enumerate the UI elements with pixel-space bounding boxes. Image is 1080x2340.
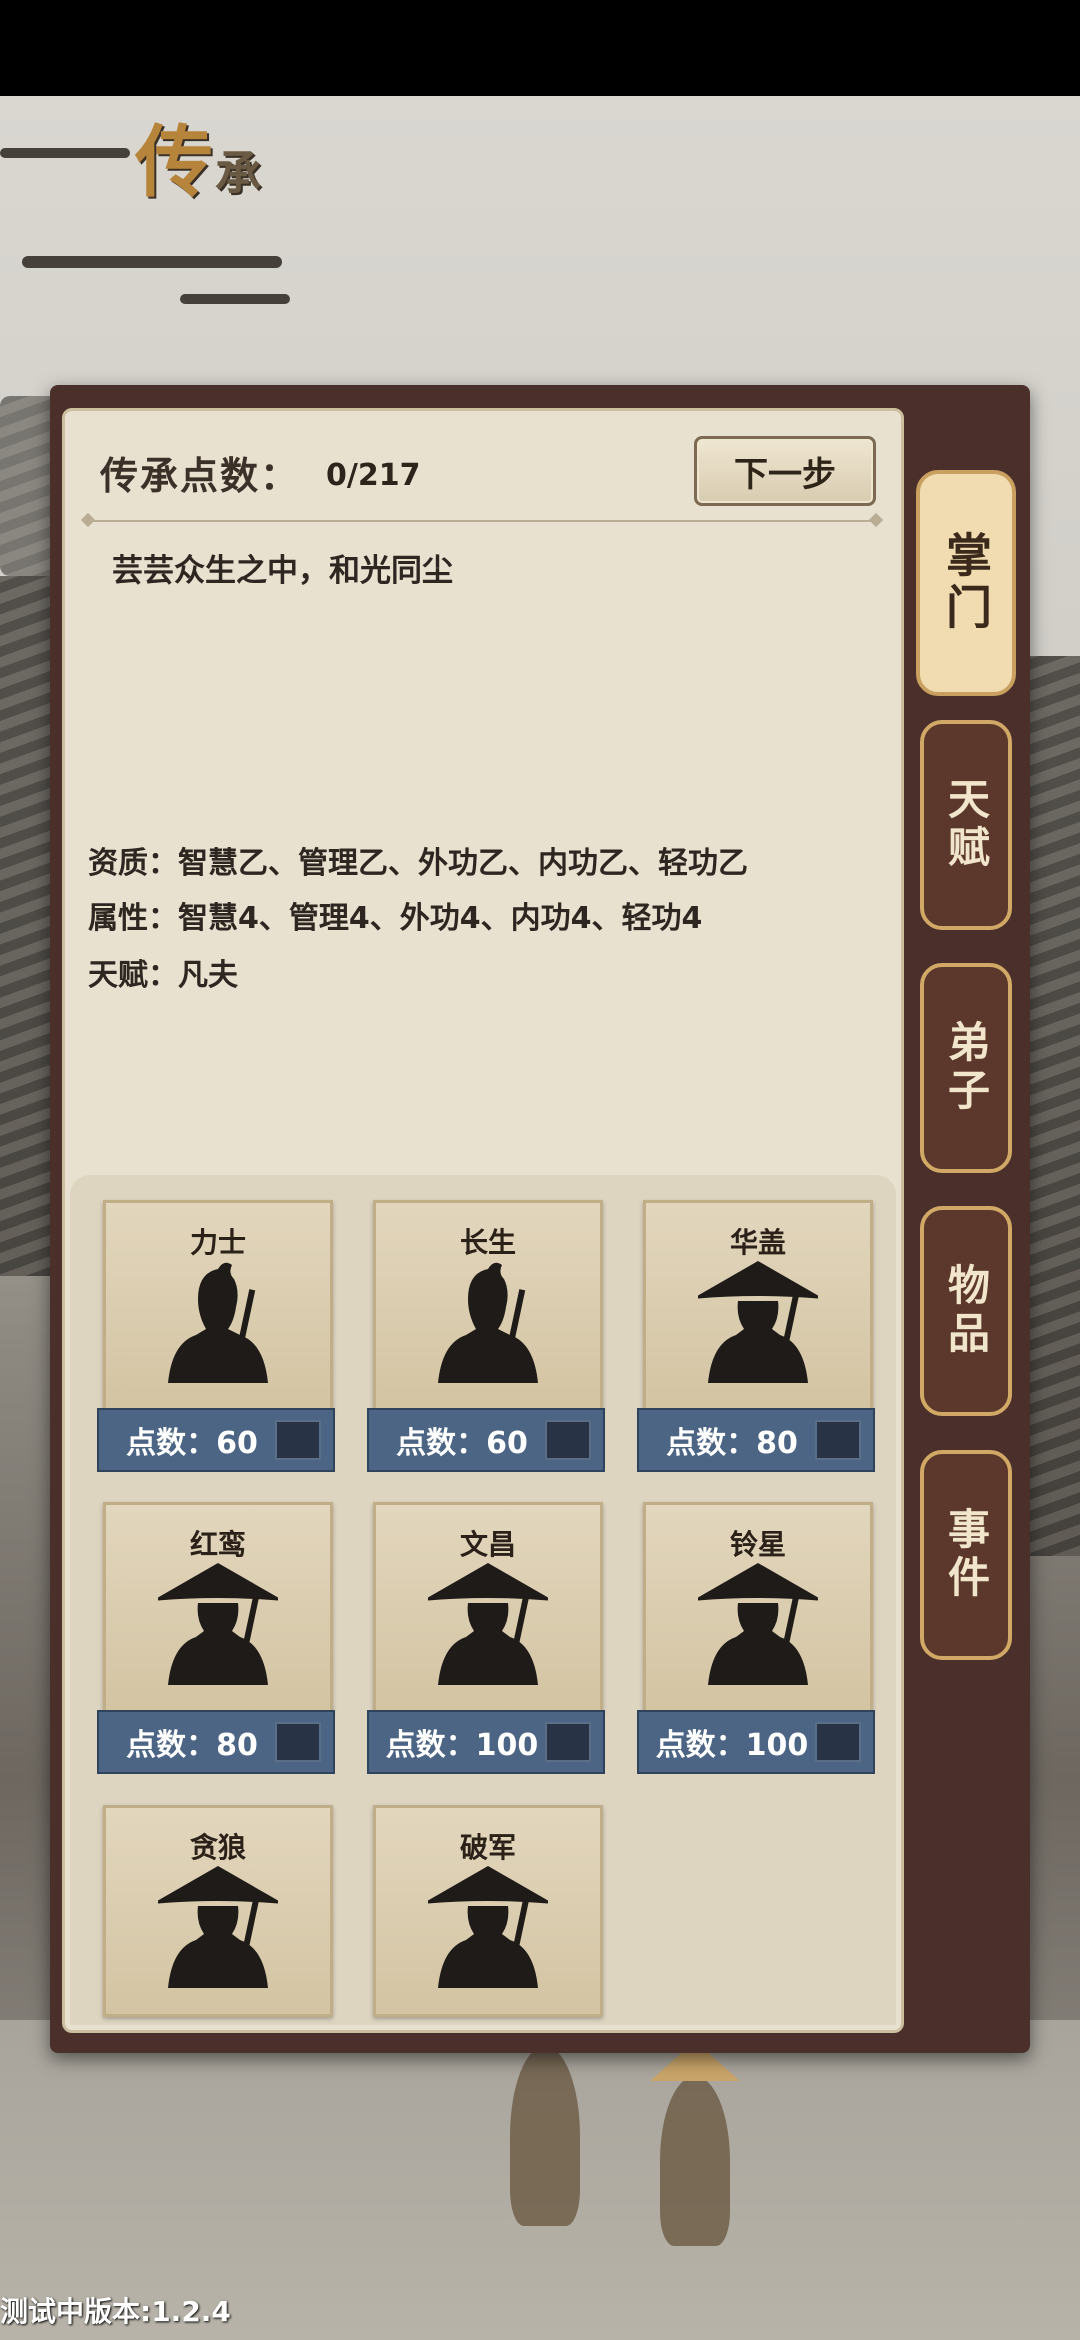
topknot-silhouette-icon (428, 1259, 548, 1383)
straw-hat-silhouette-icon (152, 1864, 284, 1988)
card-frame: 华盖 (643, 1200, 873, 1412)
card-points: 点数：100 (655, 1728, 809, 1763)
tab-label: 天赋 (941, 777, 991, 873)
card-points: 点数：100 (385, 1728, 539, 1763)
select-checkbox[interactable] (545, 1420, 591, 1460)
tab-label: 弟子 (941, 1020, 991, 1116)
select-checkbox[interactable] (815, 1420, 861, 1460)
version-text: 测试中版本:1.2.4 (0, 2295, 231, 2328)
talent-card[interactable]: 长生点数：60 (367, 1200, 605, 1472)
card-name: 华盖 (729, 1226, 786, 1259)
brush-stroke (0, 148, 130, 158)
talent-card[interactable]: 红鸾点数：80 (97, 1502, 335, 1774)
card-frame: 力士 (103, 1200, 333, 1412)
card-points: 点数：80 (126, 1728, 258, 1763)
tab-disciples[interactable]: 弟子 (920, 963, 1012, 1173)
inheritance-points-value: 0/217 (326, 458, 421, 493)
card-name: 文昌 (459, 1528, 516, 1561)
card-frame: 破军 (373, 1805, 603, 2017)
card-frame: 长生 (373, 1200, 603, 1412)
card-name: 贪狼 (189, 1831, 246, 1864)
talent-card[interactable]: 破军 (373, 1805, 603, 2017)
card-frame: 铃星 (643, 1502, 873, 1714)
brush-stroke (180, 294, 290, 304)
select-checkbox[interactable] (275, 1420, 321, 1460)
talent-card[interactable]: 文昌点数：100 (367, 1502, 605, 1774)
card-frame: 贪狼 (103, 1805, 333, 2017)
motto-text: 芸芸众生之中，和光同尘 (112, 553, 453, 589)
card-name: 红鸾 (189, 1528, 246, 1561)
tab-label: 事件 (941, 1507, 991, 1603)
topknot-silhouette-icon (158, 1259, 278, 1383)
card-name: 铃星 (729, 1528, 786, 1561)
talent-card[interactable]: 华盖点数：80 (637, 1200, 875, 1472)
card-footer: 点数：80 (97, 1710, 335, 1774)
talent-text: 天赋：凡夫 (88, 958, 238, 993)
straw-hat-silhouette-icon (422, 1864, 554, 1988)
brush-stroke (22, 256, 282, 268)
card-name: 长生 (459, 1226, 516, 1259)
card-points: 点数：60 (126, 1426, 258, 1461)
select-checkbox[interactable] (815, 1722, 861, 1762)
villager-figure (510, 2046, 580, 2226)
straw-hat-silhouette-icon (422, 1561, 554, 1685)
villager-figure (660, 2076, 730, 2246)
select-checkbox[interactable] (545, 1722, 591, 1762)
talent-card[interactable]: 贪狼 (103, 1805, 333, 2017)
page-title: 传承 (135, 117, 264, 208)
attributes-text: 属性：智慧4、管理4、外功4、内功4、轻功4 (88, 901, 703, 936)
inheritance-points-label: 传承点数： (100, 453, 301, 498)
talent-card[interactable]: 力士点数：60 (97, 1200, 335, 1472)
tab-leader[interactable]: 掌门 (916, 470, 1016, 696)
straw-hat-silhouette-icon (692, 1259, 824, 1383)
straw-hat-silhouette-icon (692, 1561, 824, 1685)
card-name: 破军 (459, 1831, 516, 1864)
tab-items[interactable]: 物品 (920, 1206, 1012, 1416)
card-footer: 点数：60 (97, 1408, 335, 1472)
card-footer: 点数：100 (367, 1710, 605, 1774)
card-footer: 点数：100 (637, 1710, 875, 1774)
card-footer: 点数：60 (367, 1408, 605, 1472)
tab-label: 掌门 (939, 531, 993, 635)
card-name: 力士 (189, 1226, 246, 1259)
tab-label: 物品 (941, 1263, 991, 1359)
card-frame: 红鸾 (103, 1502, 333, 1714)
next-step-button[interactable]: 下一步 (694, 436, 876, 506)
tab-talent[interactable]: 天赋 (920, 720, 1012, 930)
card-frame: 文昌 (373, 1502, 603, 1714)
tab-events[interactable]: 事件 (920, 1450, 1012, 1660)
divider (88, 520, 876, 522)
select-checkbox[interactable] (275, 1722, 321, 1762)
card-points: 点数：80 (666, 1426, 798, 1461)
talent-card[interactable]: 铃星点数：100 (637, 1502, 875, 1774)
card-footer: 点数：80 (637, 1408, 875, 1472)
card-points: 点数：60 (396, 1426, 528, 1461)
straw-hat-silhouette-icon (152, 1561, 284, 1685)
qualification-text: 资质：智慧乙、管理乙、外功乙、内功乙、轻功乙 (88, 846, 748, 881)
